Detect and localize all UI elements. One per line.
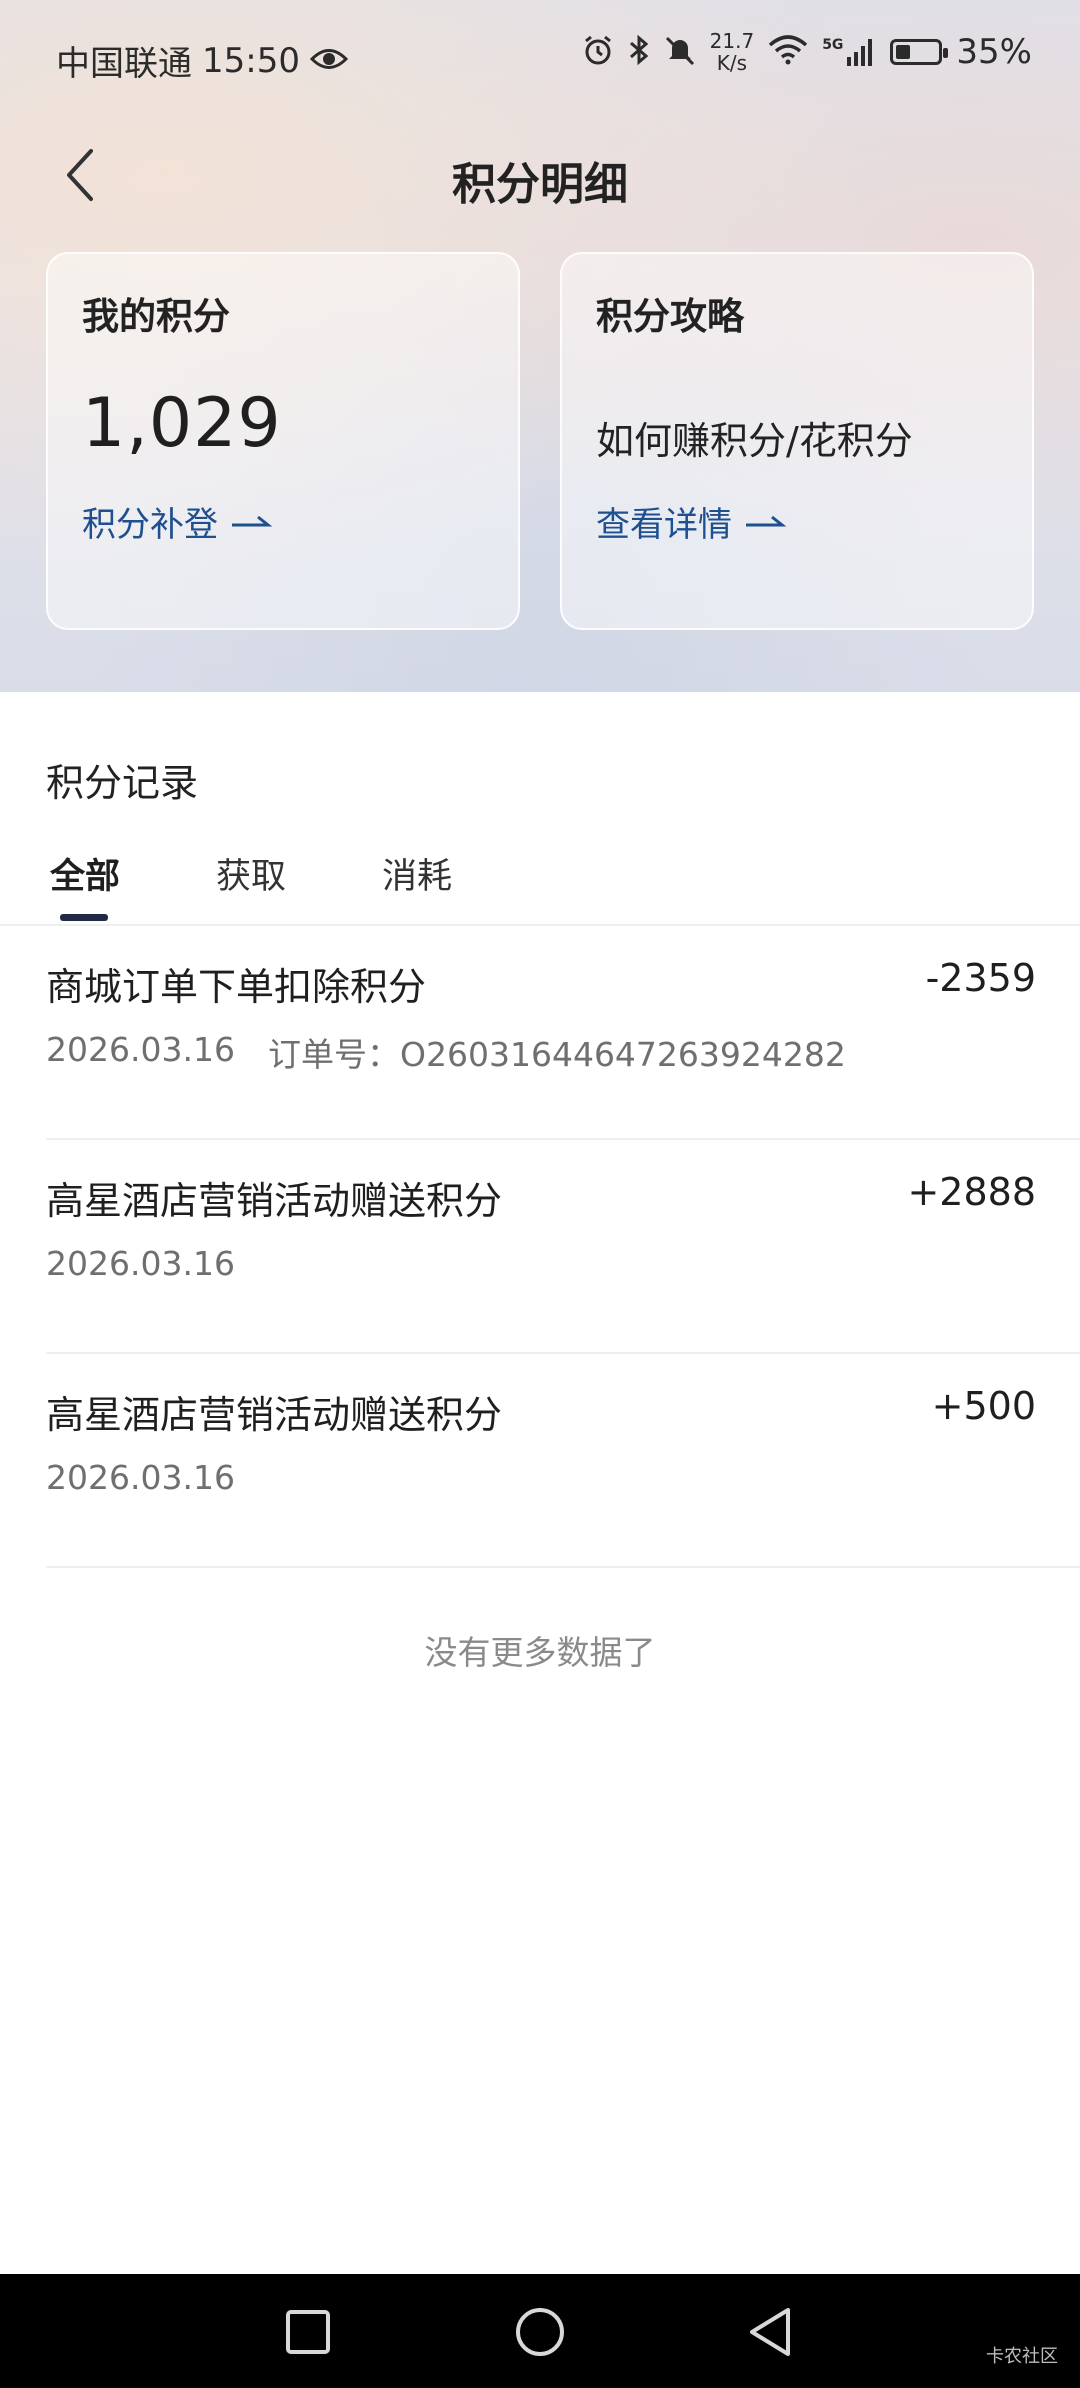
signal-type-label: 5G	[822, 37, 844, 53]
battery-percent: 35%	[956, 32, 1032, 72]
bluetooth-icon	[628, 34, 650, 70]
arrow-right-icon	[230, 512, 272, 532]
alarm-icon	[582, 34, 614, 70]
status-left: 中国联通 15:50	[56, 36, 349, 85]
recent-apps-button[interactable]	[282, 2306, 334, 2358]
watermark: 卡农社区	[986, 2346, 1058, 2367]
tab-indicator	[60, 914, 108, 921]
record-amount: -2359	[925, 956, 1036, 1000]
points-supplement-link[interactable]: 积分补登	[82, 497, 272, 546]
signal-icon: 5G	[822, 37, 876, 67]
record-title: 商城订单下单扣除积分	[46, 965, 427, 1009]
my-points-title: 我的积分	[82, 295, 230, 338]
page-title: 积分明细	[452, 159, 628, 210]
wifi-icon	[768, 35, 808, 69]
no-more-data-text: 没有更多数据了	[424, 1633, 656, 1672]
points-guide-card[interactable]: 积分攻略 如何赚积分/花积分 查看详情	[560, 252, 1034, 630]
record-amount: +2888	[907, 1170, 1036, 1214]
record-tabs: 全部 获取 消耗	[0, 844, 1080, 926]
list-item[interactable]: 商城订单下单扣除积分 -2359 2026.03.16 订单号：O2603164…	[46, 926, 1080, 1140]
points-guide-title: 积分攻略	[596, 295, 744, 338]
system-nav-bar: 卡农社区	[0, 2274, 1080, 2388]
list-item[interactable]: 高星酒店营销活动赠送积分 +500 2026.03.16	[46, 1354, 1080, 1568]
arrow-right-icon	[744, 512, 786, 532]
record-title: 高星酒店营销活动赠送积分	[46, 1393, 503, 1437]
record-date: 2026.03.16	[46, 1030, 235, 1069]
tab-all[interactable]: 全部	[50, 848, 120, 899]
mute-icon	[664, 34, 696, 70]
points-guide-subtitle: 如何赚积分/花积分	[596, 419, 913, 463]
record-amount: +500	[931, 1384, 1036, 1428]
clock: 15:50	[202, 40, 300, 81]
record-title: 高星酒店营销活动赠送积分	[46, 1179, 503, 1223]
my-points-card: 我的积分 1,029 积分补登	[46, 252, 520, 630]
view-details-link[interactable]: 查看详情	[596, 497, 786, 546]
tab-earned[interactable]: 获取	[216, 848, 286, 899]
records-section-title: 积分记录	[46, 761, 199, 805]
status-right: 21.7 K/s 5G 35%	[582, 30, 1032, 74]
points-balance: 1,029	[82, 384, 282, 463]
circle-icon	[516, 2308, 564, 2356]
header-background: 中国联通 15:50 21.7 K/s 5G 35% 积分明细 我的积分 1,0…	[0, 0, 1080, 692]
triangle-back-icon	[750, 2308, 790, 2356]
list-item[interactable]: 高星酒店营销活动赠送积分 +2888 2026.03.16	[46, 1140, 1080, 1354]
square-icon	[286, 2310, 330, 2354]
record-order-number: 订单号：O26031644647263924282	[268, 1035, 846, 1074]
record-date: 2026.03.16	[46, 1244, 235, 1283]
network-speed: 21.7 K/s	[709, 29, 755, 75]
battery-level	[896, 45, 911, 59]
status-bar: 中国联通 15:50 21.7 K/s 5G 35%	[0, 0, 1080, 120]
battery-icon	[890, 39, 949, 65]
home-button[interactable]	[514, 2306, 566, 2358]
record-date: 2026.03.16	[46, 1458, 235, 1497]
eye-icon	[309, 41, 349, 81]
back-nav-button[interactable]	[744, 2306, 796, 2358]
carrier-name: 中国联通	[56, 44, 192, 84]
tab-spent[interactable]: 消耗	[382, 848, 452, 899]
